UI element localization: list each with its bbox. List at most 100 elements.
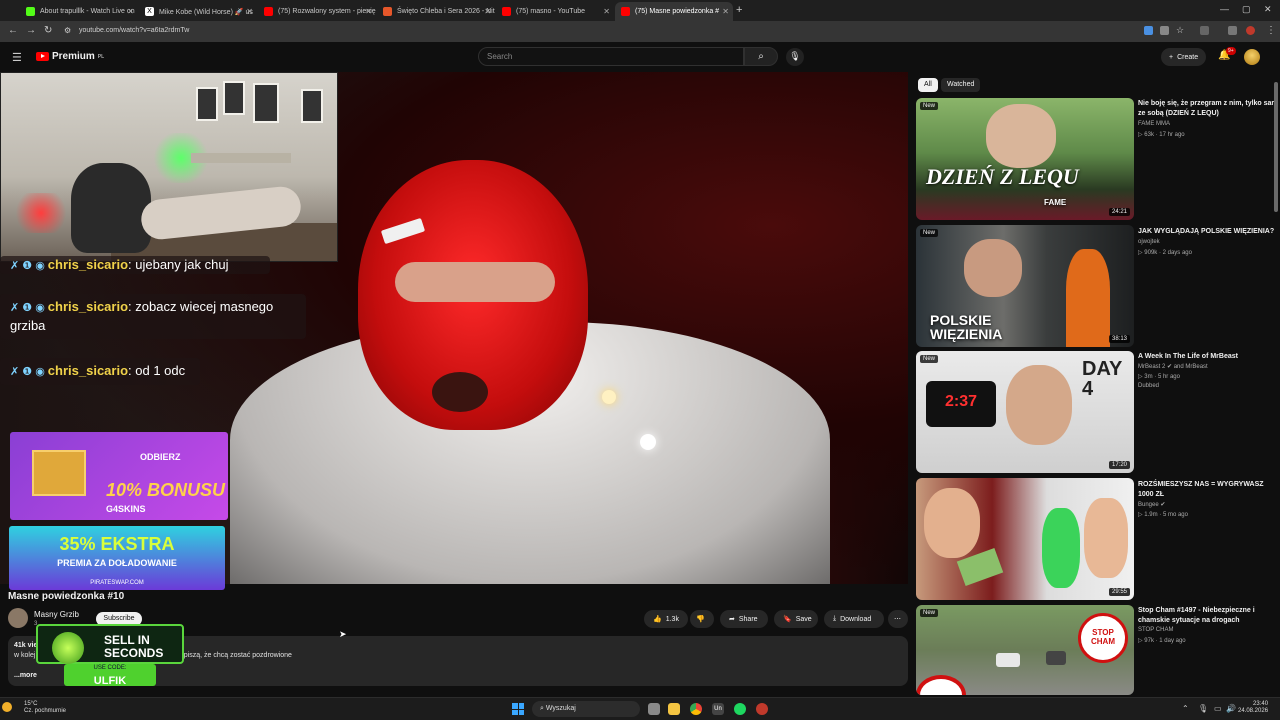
- account-avatar[interactable]: [1244, 49, 1260, 65]
- description-start: w kolej: [14, 652, 36, 659]
- channel-name[interactable]: FAME MMA: [1138, 121, 1170, 127]
- site-info-icon[interactable]: ⚙: [64, 26, 71, 35]
- dislike-button[interactable]: 👎: [690, 610, 714, 628]
- recommended-video[interactable]: 2:37 DAY 4 New 17:20 A Week In The Life …: [916, 351, 1276, 475]
- close-icon[interactable]: ✕: [484, 7, 491, 16]
- video-meta: ▷ 97k · 1 day ago: [1138, 638, 1186, 644]
- stop-cham-logo: STOP CHAM: [1078, 613, 1128, 663]
- video-thumbnail[interactable]: 29:55: [916, 478, 1134, 600]
- recommended-video[interactable]: POLSKIE WIĘZIENIA New 38:13 JAK WYGLĄDAJ…: [916, 225, 1276, 349]
- video-thumbnail[interactable]: POLSKIE WIĘZIENIA New 38:13: [916, 225, 1134, 347]
- video-meta: ▷ 1.9m · 5 mo ago: [1138, 512, 1188, 518]
- channel-name[interactable]: STOP CHAM: [1138, 627, 1173, 633]
- hamburger-icon[interactable]: ☰: [12, 51, 22, 64]
- close-icon[interactable]: ✕: [365, 7, 372, 16]
- thumbnail-person: [1042, 508, 1080, 588]
- maximize-icon[interactable]: ▢: [1242, 4, 1251, 15]
- download-button[interactable]: ⤓ Download: [824, 610, 884, 628]
- translate-icon[interactable]: [1144, 26, 1153, 35]
- browser-tab[interactable]: Święto Chleba i Sera 2026 - Nit ✕: [377, 2, 495, 21]
- chip-watched[interactable]: Watched: [941, 78, 981, 92]
- url-field[interactable]: youtube.com/watch?v=a6ta2rdmTw: [79, 27, 189, 34]
- channel-name[interactable]: MrBeast 2 ✔ and MrBeast: [1138, 363, 1208, 370]
- new-tab-icon[interactable]: +: [736, 4, 742, 16]
- channel-name[interactable]: Masny Grzib: [34, 610, 79, 619]
- video-thumbnail[interactable]: STOP CHAM New: [916, 605, 1134, 695]
- close-window-icon[interactable]: ✕: [1264, 4, 1272, 15]
- taskbar-clock[interactable]: 23:40 24.08.2026: [1238, 701, 1268, 715]
- like-button[interactable]: 👍 1.3k: [644, 610, 688, 628]
- chip-all[interactable]: All: [918, 78, 938, 92]
- menu-icon[interactable]: ⋮: [1266, 25, 1276, 36]
- channel-avatar[interactable]: [8, 608, 28, 628]
- tray-chevron-icon[interactable]: ⌃: [1182, 704, 1189, 713]
- chat-message: ✗ ❶ ◉ chris_sicario: od 1 odc: [0, 358, 200, 385]
- search-button[interactable]: ⌕: [744, 47, 778, 66]
- video-title[interactable]: Stop Cham #1497 - Niebezpieczne i chamsk…: [1138, 606, 1276, 626]
- tab-title: (75) Rozwalony system - pienię: [278, 8, 376, 15]
- taskbar-search[interactable]: ⌕ Wyszukaj: [532, 701, 640, 717]
- weather-temp: 15°C: [24, 701, 38, 707]
- volume-icon[interactable]: 🔊: [1226, 704, 1236, 713]
- voice-search-button[interactable]: 🎙: [786, 48, 804, 66]
- recommended-video[interactable]: STOP CHAM New Stop Cham #1497 - Niebezpi…: [916, 605, 1276, 695]
- network-icon[interactable]: ▭: [1214, 704, 1222, 713]
- extensions-icon[interactable]: [1200, 26, 1209, 35]
- app-icon[interactable]: [756, 703, 768, 715]
- weather-widget[interactable]: 15°C Cz. pochmurnie: [24, 701, 66, 715]
- logo-text: Premium: [52, 51, 95, 62]
- file-explorer-icon[interactable]: [668, 703, 680, 715]
- youtube-logo[interactable]: Premium PL: [36, 51, 104, 62]
- youtube-play-icon: [36, 52, 49, 61]
- microphone-tray-icon[interactable]: 🎙: [1198, 704, 1208, 713]
- forward-icon[interactable]: →: [26, 25, 36, 36]
- create-button[interactable]: + Create: [1161, 48, 1207, 66]
- reload-icon[interactable]: ↻: [44, 25, 52, 36]
- profile-icon[interactable]: [1246, 26, 1255, 35]
- close-icon[interactable]: ✕: [603, 7, 610, 16]
- video-thumbnail[interactable]: DZIEŃ Z LEQU FAME New 24:21: [916, 98, 1134, 220]
- close-icon[interactable]: ✕: [246, 7, 253, 16]
- video-title[interactable]: JAK WYGLĄDAJĄ POLSKIE WIĘZIENIA?: [1138, 227, 1278, 237]
- spotify-icon[interactable]: [734, 703, 746, 715]
- video-title[interactable]: Nie boję się, że przegram z nim, tylko s…: [1138, 99, 1278, 119]
- more-actions-button[interactable]: ⋯: [888, 610, 908, 628]
- star-icon[interactable]: ☆: [1176, 25, 1184, 36]
- thumbs-down-icon: 👎: [696, 616, 705, 623]
- recommended-video[interactable]: 29:55 ROZŚMIESZYSZ NAS = WYGRYWASZ 1000 …: [916, 478, 1276, 602]
- windows-start-icon[interactable]: [512, 703, 524, 715]
- video-meta: ▷ 63k · 17 hr ago: [1138, 132, 1185, 138]
- minimize-icon[interactable]: —: [1220, 4, 1229, 14]
- channel-name[interactable]: ojwojtek: [1138, 239, 1160, 245]
- browser-tab[interactable]: (75) Rozwalony system - pienię ✕: [258, 2, 376, 21]
- close-icon[interactable]: ✕: [722, 7, 729, 16]
- save-button[interactable]: 🔖 Save: [774, 610, 818, 628]
- task-view-icon[interactable]: [648, 703, 660, 715]
- video-thumbnail[interactable]: 2:37 DAY 4 New 17:20: [916, 351, 1134, 473]
- video-title[interactable]: ROZŚMIESZYSZ NAS = WYGRYWASZ 1000 ZŁ: [1138, 480, 1278, 500]
- browser-tab[interactable]: About trapulllk - Watch Live on ✕: [20, 2, 138, 21]
- notification-badge: 9+: [1226, 47, 1236, 55]
- video-title[interactable]: A Week In The Life of MrBeast: [1138, 352, 1278, 362]
- promo-code-value: ULFIK: [93, 675, 127, 687]
- ad-site: PIRATESWAP.COM: [90, 580, 144, 586]
- back-icon[interactable]: ←: [8, 25, 18, 36]
- ad-headline: 35% EKSTRA: [59, 534, 175, 554]
- site-icon: [383, 7, 392, 16]
- coin-icon: [52, 632, 84, 664]
- browser-tab[interactable]: (75) masno - YouTube ✕: [496, 2, 614, 21]
- browser-tab-active[interactable]: (75) Masne powiedzonka # ✕: [615, 2, 733, 21]
- channel-name[interactable]: Bungee ✔: [1138, 501, 1165, 508]
- sidebar-scrollbar[interactable]: [1274, 82, 1278, 212]
- recommended-video[interactable]: DZIEŃ Z LEQU FAME New 24:21 Nie boję się…: [916, 98, 1278, 222]
- app-icon[interactable]: Un: [712, 703, 724, 715]
- weather-icon[interactable]: [2, 702, 12, 712]
- cast-icon[interactable]: [1160, 26, 1169, 35]
- sidebar-icon[interactable]: [1228, 26, 1237, 35]
- share-button[interactable]: ➦ Share: [720, 610, 768, 628]
- chat-text: ujebany jak chuj: [135, 257, 229, 272]
- browser-tab[interactable]: X Mike Kobe (Wild Horse) 🚀 us ✕: [139, 2, 257, 21]
- search-input[interactable]: Search: [478, 47, 744, 66]
- chrome-icon[interactable]: [690, 703, 702, 715]
- close-icon[interactable]: ✕: [127, 7, 134, 16]
